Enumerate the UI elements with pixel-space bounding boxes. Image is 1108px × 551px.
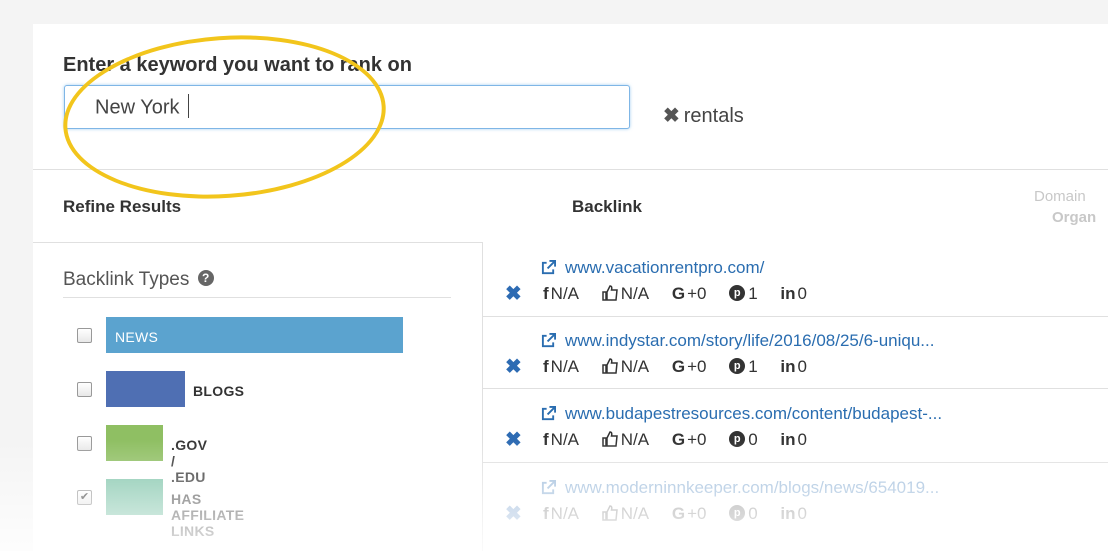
linkedin-count: 0 bbox=[797, 357, 807, 376]
result-url[interactable]: www.moderninnkeeper.com/blogs/news/65401… bbox=[565, 478, 939, 498]
gplus-count: +0 bbox=[687, 430, 707, 449]
facebook-icon: f bbox=[543, 284, 549, 303]
pinterest-icon: p bbox=[729, 504, 746, 521]
google-plus-icon: G bbox=[671, 430, 686, 449]
divider bbox=[63, 297, 451, 298]
gplus-count: +0 bbox=[687, 284, 707, 303]
pinterest-count: 0 bbox=[748, 430, 758, 449]
filter-affiliate-bar bbox=[106, 479, 163, 515]
remove-result-icon[interactable]: ✖ bbox=[505, 281, 522, 306]
facebook-count: N/A bbox=[550, 357, 580, 376]
keyword-tag-label: rentals bbox=[683, 105, 744, 127]
divider bbox=[33, 242, 483, 243]
domain-header-line2: Organ bbox=[1052, 209, 1097, 226]
filter-blogs-bar bbox=[106, 371, 185, 407]
external-link-icon[interactable] bbox=[541, 260, 556, 275]
filter-gov-edu-bar bbox=[106, 425, 163, 461]
keyword-research-panel: Enter a keyword you want to rank on New … bbox=[33, 24, 1108, 551]
result-row: ✖ www.indystar.com/story/life/2016/08/25… bbox=[483, 330, 1108, 402]
pinterest-icon: p bbox=[729, 284, 746, 301]
linkedin-count: 0 bbox=[797, 430, 807, 449]
facebook-icon: f bbox=[543, 504, 549, 523]
facebook-count: N/A bbox=[550, 284, 580, 303]
filter-gov-edu-checkbox[interactable] bbox=[77, 436, 92, 451]
keyword-tag[interactable]: ✖ rentals bbox=[663, 103, 744, 128]
backlink-types-label: Backlink Types bbox=[63, 269, 190, 290]
divider bbox=[483, 388, 1108, 389]
result-stats: f N/A N/A G +0 p0 in 0 bbox=[543, 430, 825, 450]
linkedin-icon: in bbox=[780, 504, 796, 523]
filter-news-checkbox[interactable] bbox=[77, 328, 92, 343]
domain-column-header[interactable]: Domain Organ bbox=[1034, 186, 1096, 228]
filter-blogs-label: BLOGS bbox=[193, 383, 245, 399]
external-link-icon[interactable] bbox=[541, 333, 556, 348]
filter-affiliate-checkbox[interactable]: ✔ bbox=[77, 490, 92, 505]
question-circle-icon[interactable]: ? bbox=[197, 269, 214, 286]
pinterest-count: 1 bbox=[748, 284, 758, 303]
divider bbox=[483, 316, 1108, 317]
likes-count: N/A bbox=[620, 357, 650, 376]
remove-result-icon[interactable]: ✖ bbox=[505, 427, 522, 452]
remove-result-icon[interactable]: ✖ bbox=[505, 501, 522, 526]
linkedin-icon: in bbox=[780, 284, 796, 303]
filter-gov-edu-label: .GOV / .EDU bbox=[171, 437, 208, 485]
highlight-oval bbox=[57, 24, 392, 210]
filter-affiliate-label: HAS AFFILIATE LINKS bbox=[171, 491, 245, 539]
facebook-count: N/A bbox=[550, 504, 580, 523]
pinterest-count: 1 bbox=[748, 357, 758, 376]
result-stats: f N/A N/A G +0 p1 in 0 bbox=[543, 357, 825, 377]
pinterest-icon: p bbox=[729, 430, 746, 447]
gplus-count: +0 bbox=[687, 357, 707, 376]
likes-count: N/A bbox=[620, 504, 650, 523]
linkedin-count: 0 bbox=[797, 284, 807, 303]
likes-count: N/A bbox=[620, 284, 650, 303]
thumbs-up-icon bbox=[602, 504, 618, 521]
result-row: ✖ www.vacationrentpro.com/ f N/A N/A G +0 … bbox=[483, 257, 1108, 329]
thumbs-up-icon bbox=[602, 357, 618, 374]
filter-news-label: NEWS bbox=[115, 329, 159, 345]
facebook-icon: f bbox=[543, 430, 549, 449]
gplus-count: +0 bbox=[687, 504, 707, 523]
linkedin-icon: in bbox=[780, 357, 796, 376]
linkedin-count: 0 bbox=[797, 504, 807, 523]
google-plus-icon: G bbox=[671, 357, 686, 376]
facebook-count: N/A bbox=[550, 430, 580, 449]
external-link-icon[interactable] bbox=[541, 406, 556, 421]
domain-header-line1: Domain bbox=[1034, 188, 1086, 205]
divider bbox=[483, 462, 1108, 463]
linkedin-icon: in bbox=[780, 430, 796, 449]
likes-count: N/A bbox=[620, 430, 650, 449]
thumbs-up-icon bbox=[602, 430, 618, 447]
remove-result-icon[interactable]: ✖ bbox=[505, 354, 522, 379]
pinterest-icon: p bbox=[729, 357, 746, 374]
backlink-column-header[interactable]: Backlink bbox=[572, 197, 642, 217]
result-url[interactable]: www.indystar.com/story/life/2016/08/25/6… bbox=[565, 331, 934, 351]
remove-tag-icon[interactable]: ✖ bbox=[663, 105, 680, 127]
thumbs-up-icon bbox=[602, 284, 618, 301]
google-plus-icon: G bbox=[671, 504, 686, 523]
backlink-types-title: Backlink Types ? bbox=[63, 269, 214, 291]
result-row: ✖ www.moderninnkeeper.com/blogs/news/654… bbox=[483, 477, 1108, 549]
result-url[interactable]: www.vacationrentpro.com/ bbox=[565, 258, 764, 278]
refine-results-header: Refine Results bbox=[63, 197, 182, 216]
facebook-icon: f bbox=[543, 357, 549, 376]
external-link-icon[interactable] bbox=[541, 480, 556, 495]
filter-blogs-checkbox[interactable] bbox=[77, 382, 92, 397]
pinterest-count: 0 bbox=[748, 504, 758, 523]
result-stats: f N/A N/A G +0 p1 in 0 bbox=[543, 284, 825, 304]
result-stats: f N/A N/A G +0 p0 in 0 bbox=[543, 504, 825, 524]
result-row: ✖ www.budapestresources.com/content/buda… bbox=[483, 403, 1108, 475]
google-plus-icon: G bbox=[671, 284, 686, 303]
result-url[interactable]: www.budapestresources.com/content/budape… bbox=[565, 404, 942, 424]
